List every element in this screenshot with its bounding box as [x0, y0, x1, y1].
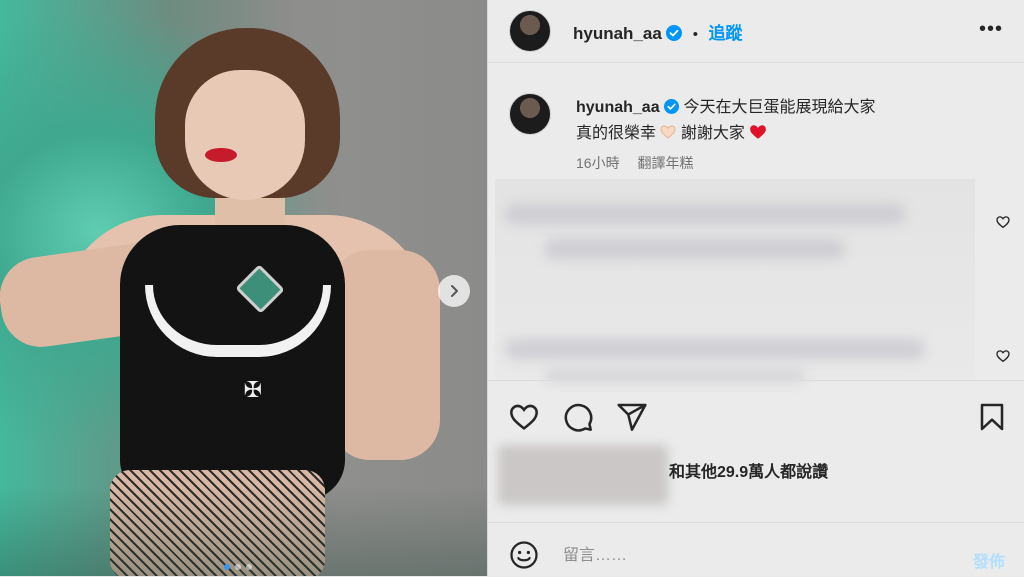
comment-like-heart-icon[interactable]	[995, 214, 1011, 230]
caption-line-2: 真的很榮幸 謝謝大家	[576, 121, 996, 147]
carousel-indicator	[224, 564, 252, 570]
likes-count-text[interactable]: 和其他29.9萬人都說讚	[669, 458, 828, 482]
caption-username[interactable]: hyunah_aa	[576, 99, 660, 116]
comment-like-heart-icon[interactable]	[995, 348, 1011, 364]
instagram-post-window: ✠ hyunah_aa • 追蹤 ••• hyunah_aa 今天在大巨蛋能展現…	[0, 0, 1024, 576]
post-comment-button[interactable]: 發佈	[973, 548, 1005, 572]
comment-input[interactable]	[561, 543, 945, 569]
comment-bubble-icon[interactable]	[562, 401, 594, 433]
caption-body-2b: 謝謝大家	[680, 125, 745, 142]
caption-meta: 16小時 翻譯年糕	[576, 153, 707, 173]
verified-badge-icon	[666, 25, 683, 41]
blurred-comment	[505, 339, 925, 359]
more-options-button[interactable]: •••	[979, 18, 1003, 41]
carousel-dot	[246, 564, 252, 570]
smiley-icon[interactable]	[509, 540, 539, 570]
verified-badge-icon	[664, 99, 680, 114]
bookmark-icon[interactable]	[976, 401, 1008, 433]
red-heart-emoji	[750, 125, 767, 139]
heart-icon[interactable]	[508, 401, 540, 433]
caption-body-2a: 真的很榮幸	[576, 125, 657, 142]
heart-hands-emoji	[660, 125, 676, 139]
photo-subject-bodysuit	[120, 225, 345, 500]
paper-plane-icon[interactable]	[616, 401, 648, 433]
avatar[interactable]	[509, 10, 551, 52]
carousel-dot	[224, 564, 230, 570]
post-side-panel: hyunah_aa • 追蹤 ••• hyunah_aa 今天在大巨蛋能展現給大…	[487, 0, 1024, 576]
post-photo[interactable]: ✠	[0, 0, 487, 576]
header-user-row: hyunah_aa • 追蹤	[573, 19, 742, 44]
photo-subject-face	[185, 70, 305, 200]
caption-avatar[interactable]	[509, 93, 551, 135]
follow-button[interactable]: 追蹤	[708, 24, 742, 43]
username-link[interactable]: hyunah_aa	[573, 24, 662, 43]
blurred-comment	[505, 204, 905, 224]
timestamp: 16小時	[576, 155, 620, 171]
add-comment-bar: 發佈	[488, 522, 1024, 577]
photo-subject-lips	[205, 148, 237, 162]
caption-body-1: 今天在大巨蛋能展現給大家	[683, 99, 876, 116]
photo-subject-right-arm	[330, 250, 440, 460]
photo-floor-shadow	[0, 486, 487, 576]
separator-dot: •	[692, 26, 698, 43]
carousel-next-button[interactable]	[438, 275, 470, 307]
chevron-right-icon	[451, 285, 458, 297]
liked-by-avatars-blurred	[498, 445, 668, 505]
carousel-dot	[235, 564, 241, 570]
comments-blurred-area	[495, 179, 975, 381]
cross-pendant: ✠	[243, 377, 263, 402]
caption-text: hyunah_aa 今天在大巨蛋能展現給大家 真的很榮幸 謝謝大家	[576, 95, 996, 147]
blurred-comment	[545, 239, 845, 259]
caption-line-1: hyunah_aa 今天在大巨蛋能展現給大家	[576, 95, 996, 121]
translate-link[interactable]: 翻譯年糕	[637, 155, 693, 171]
post-header: hyunah_aa • 追蹤 •••	[488, 0, 1024, 63]
